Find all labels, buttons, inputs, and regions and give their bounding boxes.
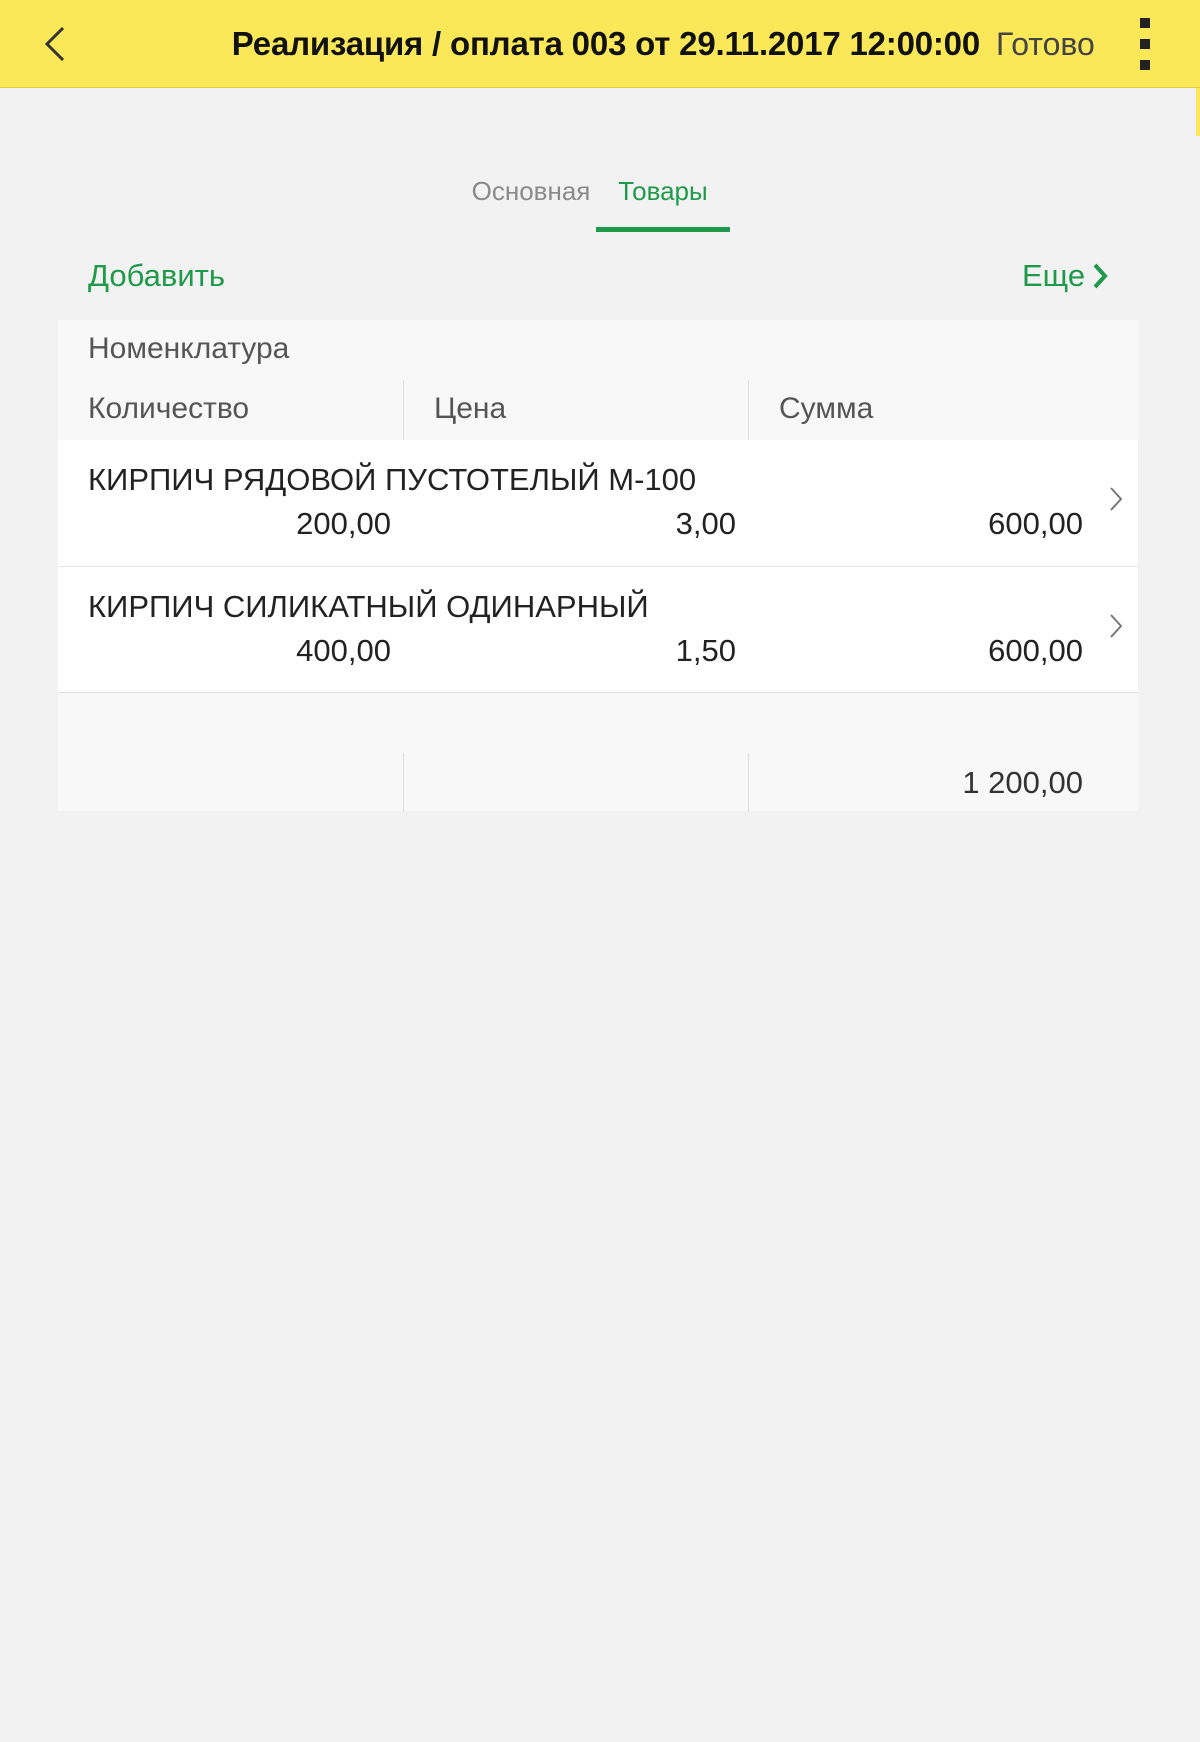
tab-goods[interactable]: Товары	[596, 160, 730, 232]
chevron-right-icon	[1110, 487, 1123, 511]
table-row[interactable]: КИРПИЧ РЯДОВОЙ ПУСТОТЕЛЫЙ М-100 200,00 3…	[58, 440, 1138, 566]
chevron-right-icon	[1093, 263, 1108, 289]
chevron-right-icon	[1110, 614, 1123, 638]
row-name: КИРПИЧ СИЛИКАТНЫЙ ОДИНАРНЫЙ	[88, 589, 649, 624]
back-button[interactable]	[26, 14, 86, 74]
footer-cell-price	[403, 753, 748, 812]
column-header-nomenclature: Номенклатура	[88, 332, 290, 365]
row-name: КИРПИЧ РЯДОВОЙ ПУСТОТЕЛЫЙ М-100	[88, 462, 697, 497]
tab-bar: Основная Товары	[0, 160, 1200, 232]
top-bar: Реализация / оплата 003 от 29.11.2017 12…	[0, 0, 1200, 88]
row-price: 1,50	[675, 633, 736, 668]
chevron-left-icon	[44, 26, 65, 62]
page-title: Реализация / оплата 003 от 29.11.2017 12…	[231, 25, 980, 62]
more-menu-button[interactable]	[1130, 18, 1160, 70]
more-vertical-icon	[1140, 60, 1150, 70]
table-toolbar: Добавить Еще	[0, 250, 1200, 306]
more-vertical-icon	[1140, 39, 1150, 49]
goods-table: Номенклатура Количество Цена Сумма КИРПИ…	[58, 320, 1138, 812]
more-vertical-icon	[1140, 18, 1150, 28]
more-button[interactable]: Еще	[1022, 258, 1109, 294]
table-row[interactable]: КИРПИЧ СИЛИКАТНЫЙ ОДИНАРНЫЙ 400,00 1,50 …	[58, 566, 1138, 692]
row-quantity: 200,00	[296, 506, 391, 541]
row-sum: 600,00	[988, 506, 1083, 541]
row-price: 3,00	[675, 506, 736, 541]
scrollbar[interactable]	[1196, 88, 1200, 136]
row-sum: 600,00	[988, 633, 1083, 668]
table-header: Номенклатура Количество Цена Сумма	[58, 320, 1138, 440]
total-sum: 1 200,00	[962, 765, 1083, 800]
done-button[interactable]: Готово	[996, 0, 1095, 88]
add-button[interactable]: Добавить	[88, 258, 225, 294]
row-quantity: 400,00	[296, 633, 391, 668]
column-header-sum: Сумма	[748, 380, 1138, 440]
more-button-label: Еще	[1022, 258, 1086, 293]
column-header-quantity: Количество	[88, 392, 250, 425]
table-footer: 1 200,00	[58, 692, 1138, 812]
footer-cell-quantity	[58, 753, 403, 812]
column-header-price: Цена	[403, 380, 748, 440]
tab-main[interactable]: Основная	[466, 160, 596, 232]
